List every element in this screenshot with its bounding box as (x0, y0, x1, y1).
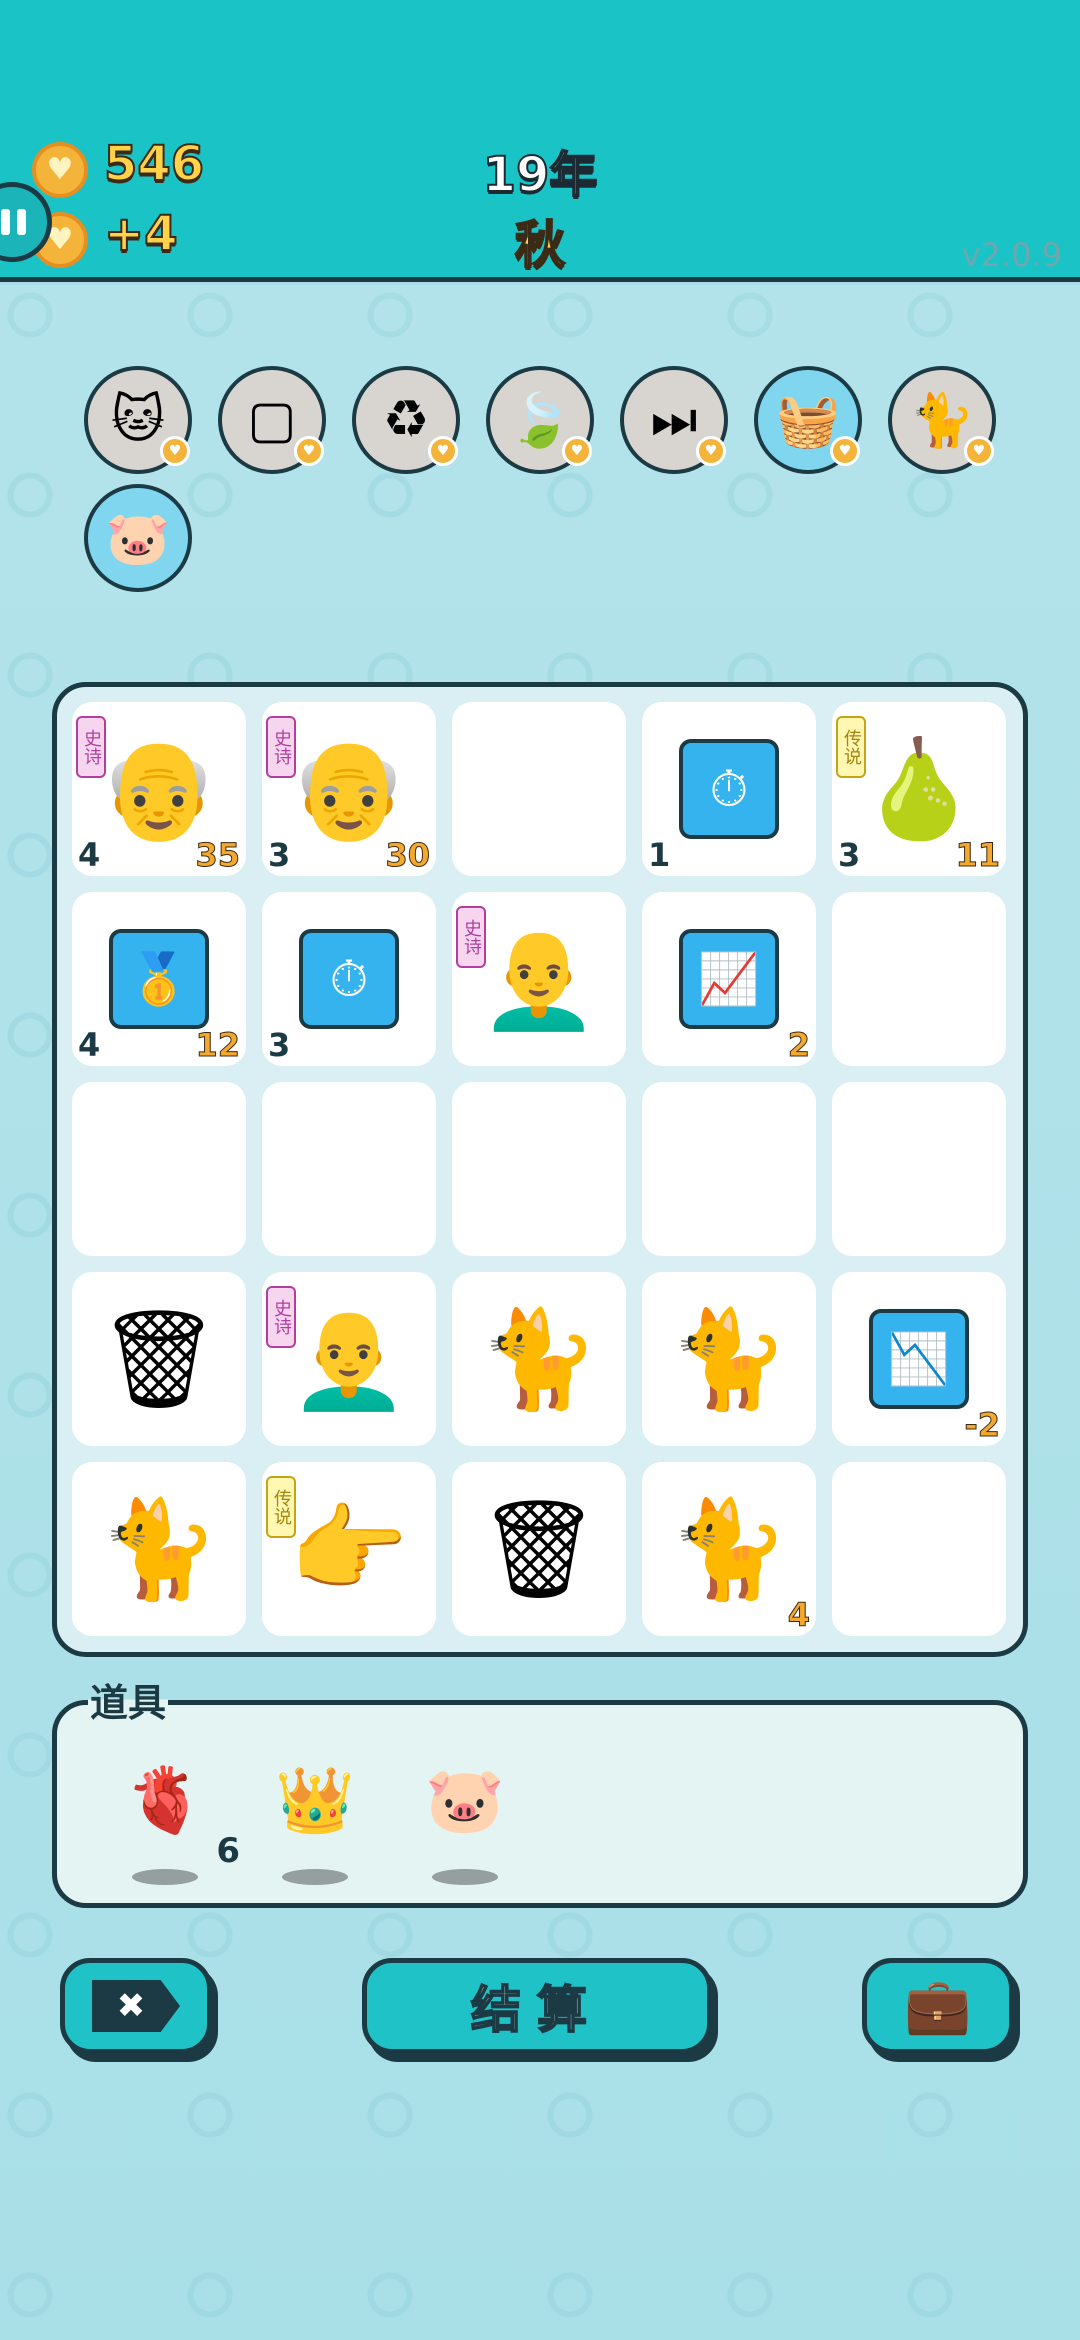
heart-badge-icon: ♥ (562, 436, 592, 466)
crown-icon[interactable]: 👑 (260, 1745, 370, 1885)
cell-counter: 3 (838, 836, 861, 874)
board-cell[interactable]: 🗑 (452, 1462, 626, 1636)
board-cell[interactable]: 🍐 传说 3 11 (832, 702, 1006, 876)
blocks-relic-icon[interactable]: ▢ ♥ (218, 366, 326, 474)
rarity-tag: 史诗 (456, 906, 486, 968)
board-cell[interactable] (72, 1082, 246, 1256)
item-shadow (132, 1869, 198, 1885)
board-cell[interactable]: 🗑 (72, 1272, 246, 1446)
item-count: 6 (216, 1831, 240, 1871)
board-cell[interactable]: 🐈 (642, 1272, 816, 1446)
fruit-basket-relic-icon[interactable]: 🧺 ♥ (754, 366, 862, 474)
board-cell[interactable]: ⏱ 1 (642, 702, 816, 876)
board-cell[interactable] (832, 892, 1006, 1066)
trash-bag-icon: 🗑 (98, 1302, 220, 1415)
liver-icon-glyph: 🫀 (125, 1763, 205, 1838)
piggy-bank-relic-icon-glyph: 🐷 (105, 508, 171, 569)
refresh-relic-icon-glyph: ♻ (382, 390, 430, 450)
cell-counter: 3 (268, 1026, 291, 1064)
piggy-bank-relic-icon[interactable]: 🐷 (84, 484, 192, 592)
board-cell[interactable] (452, 702, 626, 876)
board-cell[interactable]: 🐈 4 (642, 1462, 816, 1636)
cell-counter: 1 (648, 836, 671, 874)
coin-icon (32, 142, 88, 198)
rarity-tag: 史诗 (76, 716, 106, 778)
twin-cats-relic-icon[interactable]: 🐱 ♥ (84, 366, 192, 474)
version-label: v2.0.9 (961, 236, 1062, 274)
briefcase-icon: 💼 (904, 1974, 972, 2037)
board-cell[interactable]: ⏱ 3 (262, 892, 436, 1066)
twin-cats-relic-icon-glyph: 🐱 (110, 390, 166, 450)
crown-icon-glyph: 👑 (275, 1763, 355, 1838)
cat-relic-icon[interactable]: 🐈 ♥ (888, 366, 996, 474)
item-shadow (282, 1869, 348, 1885)
income-count: +4 (103, 205, 179, 263)
blocks-relic-icon-glyph: ▢ (247, 390, 297, 450)
cell-value: 12 (195, 1026, 241, 1065)
heart-badge-icon: ♥ (428, 436, 458, 466)
liver-icon[interactable]: 🫀 6 (110, 1745, 240, 1885)
rarity-tag: 史诗 (266, 1286, 296, 1348)
item-shadow (432, 1869, 498, 1885)
fruit-basket-relic-icon-glyph: 🧺 (775, 390, 841, 451)
heart-badge-icon: ♥ (696, 436, 726, 466)
season-label: 秋 (514, 215, 566, 275)
settle-button[interactable]: 结算 (362, 1958, 712, 2054)
skip-relic-icon[interactable]: ⏭ ♥ (620, 366, 728, 474)
top-bar: 546 +4 19年 秋 v2.0.9 (0, 0, 1080, 282)
cell-value: 30 (385, 836, 431, 875)
cat-relic-icon-glyph: 🐈 (909, 390, 975, 451)
leaf-relic-icon[interactable]: 🍃 ♥ (486, 366, 594, 474)
cat-icon: 🐈 (99, 1492, 219, 1605)
cell-counter: 4 (78, 836, 101, 874)
board-cell[interactable]: 👨‍🦲 史诗 (262, 1272, 436, 1446)
board-cell[interactable]: 👴 史诗 3 30 (262, 702, 436, 876)
coin-count: 546 (103, 135, 205, 193)
piggy-bank-icon-glyph: 🐷 (425, 1763, 505, 1838)
leaf-relic-icon-glyph: 🍃 (507, 390, 573, 451)
skip-button[interactable]: ✖ (60, 1958, 212, 2054)
cell-value: -2 (964, 1406, 1001, 1445)
cat-icon: 🐈 (479, 1302, 599, 1415)
board-cell[interactable]: 👉 传说 (262, 1462, 436, 1636)
board-cell[interactable] (262, 1082, 436, 1256)
board-cell[interactable]: 👨‍🦲 史诗 (452, 892, 626, 1066)
cell-value: 2 (787, 1026, 810, 1065)
cell-counter: 3 (268, 836, 291, 874)
rarity-tag: 传说 (266, 1476, 296, 1538)
heart-badge-icon: ♥ (830, 436, 860, 466)
board-cell[interactable]: 👴 史诗 4 35 (72, 702, 246, 876)
board-cell[interactable] (832, 1082, 1006, 1256)
props-title: 道具 (88, 1672, 169, 1727)
rarity-tag: 史诗 (266, 716, 296, 778)
board-cell[interactable] (832, 1462, 1006, 1636)
briefcase-button[interactable]: 💼 (862, 1958, 1014, 2054)
year-label: 19年 (482, 146, 599, 204)
board-cell[interactable]: 📈 2 (642, 892, 816, 1066)
cell-counter: 4 (78, 1026, 101, 1064)
board-cell[interactable]: 🥇 4 12 (72, 892, 246, 1066)
board-cell[interactable]: 🐈 (72, 1462, 246, 1636)
heart-badge-icon: ♥ (294, 436, 324, 466)
skip-relic-icon-glyph: ⏭ (650, 389, 698, 450)
board-cell[interactable] (642, 1082, 816, 1256)
board-cell[interactable]: 🐈 (452, 1272, 626, 1446)
cell-value: 4 (787, 1596, 810, 1635)
close-icon: ✖ (92, 1980, 180, 2032)
board-cell[interactable] (452, 1082, 626, 1256)
board-cell[interactable]: 📉 -2 (832, 1272, 1006, 1446)
cat-icon: 🐈 (669, 1302, 789, 1415)
heart-badge-icon: ♥ (964, 436, 994, 466)
heart-badge-icon: ♥ (160, 436, 190, 466)
trash-bag-icon: 🗑 (478, 1492, 600, 1605)
cell-value: 11 (955, 836, 1001, 875)
rarity-tag: 传说 (836, 716, 866, 778)
cell-value: 35 (195, 836, 241, 875)
refresh-relic-icon[interactable]: ♻ ♥ (352, 366, 460, 474)
piggy-bank-icon[interactable]: 🐷 (410, 1745, 520, 1885)
